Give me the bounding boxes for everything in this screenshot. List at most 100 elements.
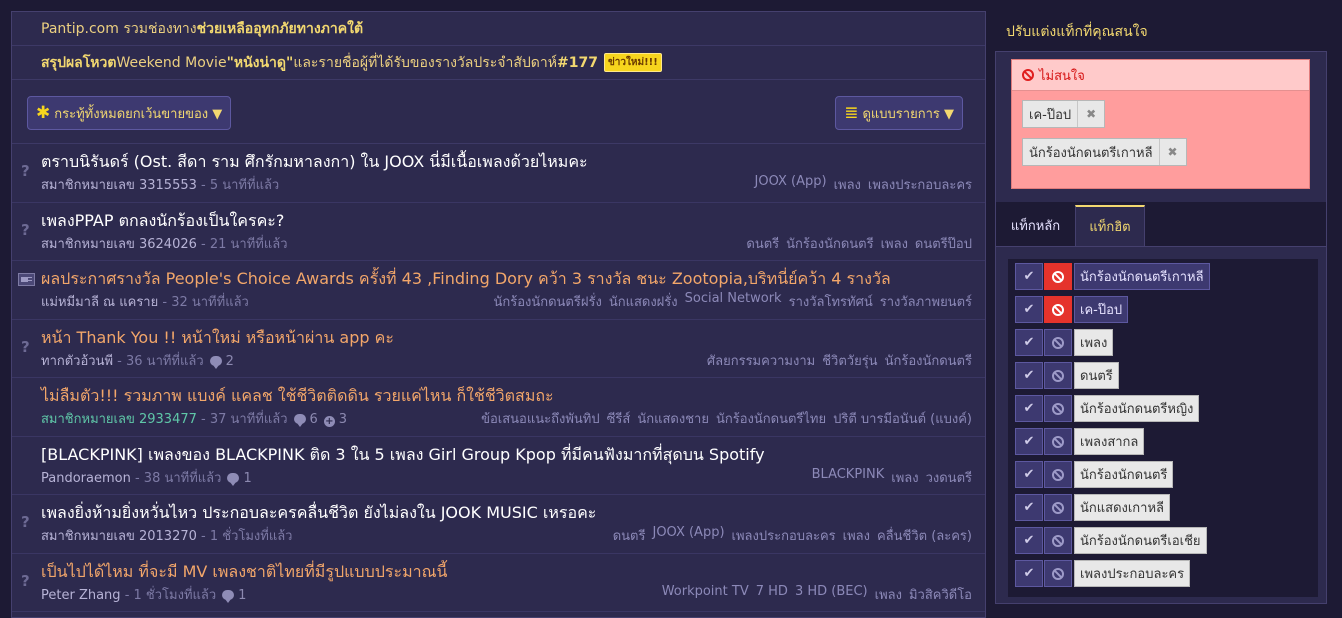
topic-tag-link[interactable]: คลื่นชีวิต (ละคร) (877, 525, 972, 546)
topic-tag-link[interactable]: วงดนตรี (926, 467, 972, 488)
ignore-tag-button[interactable] (1044, 263, 1072, 290)
hot-tag-label[interactable]: นักร้องนักดนตรีหญิง (1074, 395, 1200, 422)
announcement-link[interactable]: สรุปผลโหวต Weekend Movie "หนังน่าดู" และ… (12, 46, 985, 80)
hot-tag-row: ✔ นักร้องนักดนตรีเอเชีย (1015, 527, 1207, 554)
tab-hot-tags[interactable]: แท็กฮิต (1075, 205, 1145, 246)
topic-tag-link[interactable]: ชีวิตวัยรุ่น (822, 350, 877, 371)
topic-author-link[interactable]: สมาชิกหมายเลข 2013270 (41, 529, 197, 544)
topic-author-link[interactable]: สมาชิกหมายเลข 3315553 (41, 178, 197, 193)
topic-tag-link[interactable]: เพลงประกอบละคร (868, 174, 972, 195)
follow-tag-button[interactable]: ✔ (1015, 494, 1043, 521)
topic-author-link[interactable]: Peter Zhang (41, 588, 121, 603)
follow-tag-button[interactable]: ✔ (1015, 527, 1043, 554)
topic-tag-link[interactable]: เพลง (875, 584, 902, 605)
hot-tag-label[interactable]: เพลงประกอบละคร (1074, 560, 1191, 587)
topic-tag-link[interactable]: ปริตี บารมีอนันต์ (แบงค์) (833, 408, 972, 429)
topic-title-link[interactable]: เพลงยิ่งห้ามยิ่งหวั่นไหว ประกอบละครคลื่น… (41, 501, 596, 526)
follow-tag-button[interactable]: ✔ (1015, 461, 1043, 488)
hot-tag-label[interactable]: เค-ป๊อป (1074, 296, 1129, 323)
topic-tag-link[interactable]: JOOX (App) (652, 525, 724, 546)
topic-tag-link[interactable]: Workpoint TV (662, 584, 749, 605)
follow-tag-button[interactable]: ✔ (1015, 329, 1043, 356)
topic-tag-link[interactable]: ดนตรี (746, 233, 779, 254)
topic-tag-link[interactable]: นักร้องนักดนตรี (786, 233, 873, 254)
hot-tag-label[interactable]: นักแสดงเกาหลี (1074, 494, 1171, 521)
check-icon: ✔ (1023, 368, 1035, 383)
topic-tag-link[interactable]: นักร้องนักดนตรี (885, 350, 972, 371)
check-icon: ✔ (1023, 434, 1035, 449)
topic-tag-link[interactable]: เพลง (881, 233, 908, 254)
topic-author-link[interactable]: ทากตัวอ้วนพี (41, 354, 113, 369)
hot-tag-label[interactable]: นักร้องนักดนตรีเอเชีย (1074, 527, 1207, 554)
ignore-tag-button[interactable] (1044, 494, 1072, 521)
topic-author-link[interactable]: Pandoraemon (41, 471, 131, 486)
topic-filter-dropdown[interactable]: ✱ กระทู้ทั้งหมดยกเว้นขายของ ▼ (27, 96, 232, 130)
topic-tag-link[interactable]: เพลง (891, 467, 918, 488)
list-view-icon: ≣ (844, 103, 859, 123)
topic-list-panel: Pantip.com รวมช่องทาง ช่วยเหลืออุทกภัยทาง… (11, 11, 986, 618)
topic-tag-link[interactable]: 3 HD (BEC) (795, 584, 868, 605)
ignore-tag-button[interactable] (1044, 362, 1072, 389)
hot-tag-label[interactable]: นักร้องนักดนตรีเกาหลี (1074, 263, 1210, 290)
follow-tag-button[interactable]: ✔ (1015, 560, 1043, 587)
topic-tag-link[interactable]: รางวัลภาพยนตร์ (880, 291, 972, 312)
follow-tag-button[interactable]: ✔ (1015, 395, 1043, 422)
topic-title-link[interactable]: ไม่ลืมตัว!!! รวมภาพ แบงค์ แคลช ใช้ชีวิตต… (41, 384, 554, 409)
topic-tag-link[interactable]: ข้อเสนอแนะถึงพันทิป (481, 408, 600, 429)
ignore-tag-button[interactable] (1044, 461, 1072, 488)
topic-tag-link[interactable]: ซีรีส์ (607, 408, 631, 429)
follow-tag-button[interactable]: ✔ (1015, 263, 1043, 290)
topic-tag-link[interactable]: BLACKPINK (812, 467, 885, 488)
hot-tag-label[interactable]: เพลง (1074, 329, 1114, 356)
ignore-tag-button[interactable] (1044, 296, 1072, 323)
remove-icon[interactable]: ✖ (1078, 107, 1104, 121)
ignored-tag-chip: เค-ป๊อป ✖ (1022, 100, 1106, 128)
topic-title-link[interactable]: [BLACKPINK] เพลงของ BLACKPINK ติด 3 ใน 5… (41, 443, 765, 468)
ignore-tag-button[interactable] (1044, 329, 1072, 356)
topic-tag-link[interactable]: Social Network (685, 291, 782, 312)
follow-tag-button[interactable]: ✔ (1015, 428, 1043, 455)
topic-title-link[interactable]: หน้า Thank You !! หน้าใหม่ หรือหน้าผ่าน … (41, 326, 394, 351)
topic-tag-link[interactable]: ศัลยกรรมความงาม (707, 350, 815, 371)
topic-tag-link[interactable]: เพลง (834, 174, 861, 195)
follow-tag-button[interactable]: ✔ (1015, 296, 1043, 323)
topic-title-link[interactable]: เพลงPPAP ตกลงนักร้องเป็นใครคะ? (41, 209, 284, 234)
comment-count: 1 (238, 587, 247, 603)
ignore-tag-button[interactable] (1044, 395, 1072, 422)
topic-tag-link[interactable]: 7 HD (756, 584, 788, 605)
topic-tag-link[interactable]: ดนตรีป๊อป (915, 233, 972, 254)
follow-tag-button[interactable]: ✔ (1015, 362, 1043, 389)
view-mode-dropdown[interactable]: ≣ ดูแบบรายการ ▼ (835, 96, 963, 130)
topic-title-link[interactable]: เป็นไปได้ไหม ที่จะมี MV เพลงชาติไทยที่มี… (41, 560, 447, 585)
hot-tag-label[interactable]: เพลงสากล (1074, 428, 1145, 455)
topic-tag-link[interactable]: นักแสดงชาย (637, 408, 709, 429)
remove-icon[interactable]: ✖ (1160, 145, 1186, 159)
topic-tag-link[interactable]: ดนตรี (613, 525, 646, 546)
topic-meta: Peter Zhang - 1 ชั่วโมงที่แล้ว 1 (41, 584, 246, 605)
topic-title-link[interactable]: ผลประกาศรางวัล People's Choice Awards คร… (41, 267, 891, 292)
topic-tag-link[interactable]: นักแสดงฝรั่ง (609, 291, 678, 312)
topic-author-link[interactable]: แม่หมีมาลี ณ แคราย (41, 295, 158, 310)
topic-meta: สมาชิกหมายเลข 2933477 - 37 นาทีที่แล้ว 6 +… (41, 408, 347, 429)
tab-main-tags[interactable]: แท็กหลัก (996, 205, 1075, 246)
ignore-tag-button[interactable] (1044, 560, 1072, 587)
topic-tag-link[interactable]: รางวัลโทรทัศน์ (789, 291, 873, 312)
topic-tag-link[interactable]: เพลงประกอบละคร (732, 525, 836, 546)
ignore-tag-button[interactable] (1044, 527, 1072, 554)
announcement-bar: Pantip.com รวมช่องทาง ช่วยเหลืออุทกภัยทาง… (12, 12, 985, 80)
hot-tag-row: ✔ เพลงประกอบละคร (1015, 560, 1191, 587)
topic-title-link[interactable]: ตราบนิรันดร์ (Ost. สีดา ราม ศึกรักมหาลงก… (41, 150, 588, 175)
topic-tag-link[interactable]: มิวสิควิดีโอ (909, 584, 972, 605)
hot-tag-label[interactable]: ดนตรี (1074, 362, 1119, 389)
topic-author-link[interactable]: สมาชิกหมายเลข 3624026 (41, 237, 197, 252)
topic-tag-link[interactable]: เพลง (843, 525, 870, 546)
hot-tag-row: ✔ นักร้องนักดนตรี (1015, 461, 1174, 488)
ignore-tag-button[interactable] (1044, 428, 1072, 455)
hot-tag-label[interactable]: นักร้องนักดนตรี (1074, 461, 1174, 488)
announcement-link[interactable]: Pantip.com รวมช่องทาง ช่วยเหลืออุทกภัยทาง… (12, 12, 985, 46)
topic-tag-link[interactable]: นักร้องนักดนตรีไทย (716, 408, 826, 429)
topic-tag-link[interactable]: นักร้องนักดนตรีฝรั่ง (493, 291, 601, 312)
topic-author-link[interactable]: สมาชิกหมายเลข 2933477 (41, 412, 197, 427)
ban-icon (1052, 435, 1064, 448)
topic-tag-link[interactable]: JOOX (App) (755, 174, 827, 195)
